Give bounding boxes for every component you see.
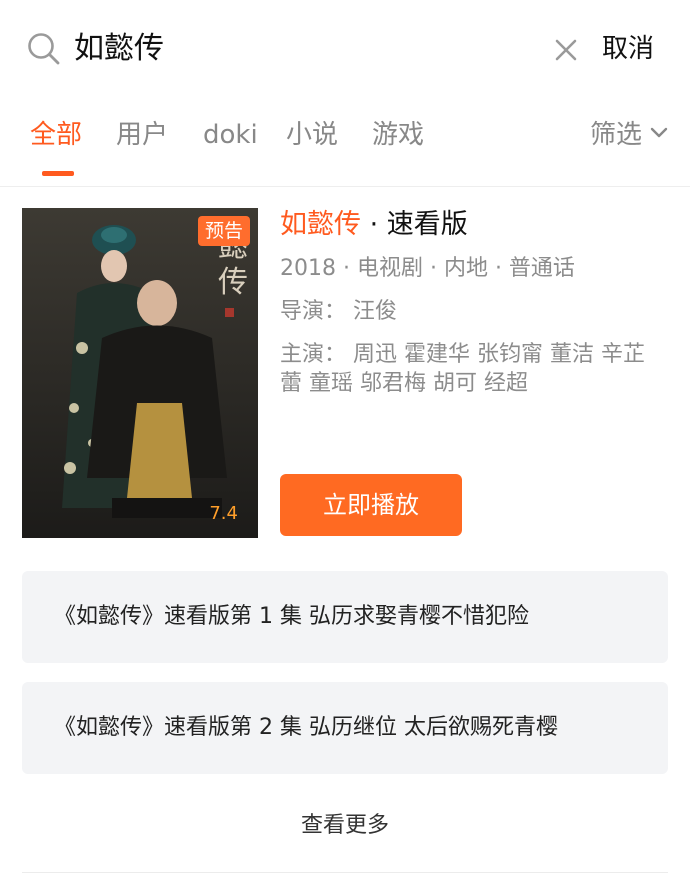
filter-button[interactable]: 筛选: [590, 116, 642, 154]
result-cast: 主演： 周迅 霍建华 张钧甯 董洁 辛芷蕾 童瑶 邬君梅 胡可 经超: [280, 342, 645, 396]
result-title-main: 如懿传: [280, 209, 361, 240]
search-input[interactable]: 如懿传: [74, 26, 164, 72]
active-tab-indicator: [42, 171, 74, 176]
svg-text:传: 传: [218, 265, 248, 300]
search-bar: 如懿传 取消: [0, 0, 690, 100]
episode-label: 《如懿传》速看版第 2 集 弘历继位 太后欲赐死青樱: [54, 715, 558, 740]
cancel-button[interactable]: 取消: [602, 26, 654, 72]
tab-users[interactable]: 用户: [116, 116, 168, 154]
chevron-down-icon[interactable]: [650, 126, 668, 140]
result-meta: 2018 · 电视剧 · 内地 · 普通话: [280, 256, 575, 281]
poster-image[interactable]: 懿 传 预告 7.4: [22, 208, 258, 538]
play-now-button[interactable]: 立即播放: [280, 474, 462, 536]
result-title[interactable]: 如懿传 · 速看版: [280, 204, 468, 246]
clear-icon[interactable]: [554, 38, 578, 62]
tab-doki[interactable]: doki: [203, 116, 258, 154]
result-director: 导演： 汪俊: [280, 299, 397, 324]
tab-games[interactable]: 游戏: [372, 116, 424, 154]
search-icon: [28, 33, 60, 65]
episode-item[interactable]: 《如懿传》速看版第 1 集 弘历求娶青樱不惜犯险: [22, 571, 668, 663]
trailer-badge: 预告: [197, 216, 250, 246]
poster-artwork: 懿 传: [22, 208, 258, 538]
result-title-suffix: · 速看版: [361, 209, 468, 240]
category-tabs: [0, 100, 690, 187]
tab-all[interactable]: 全部: [30, 116, 82, 154]
divider: [22, 872, 668, 873]
view-more-link[interactable]: 查看更多: [0, 806, 690, 846]
tab-novels[interactable]: 小说: [286, 116, 338, 154]
episode-item[interactable]: 《如懿传》速看版第 2 集 弘历继位 太后欲赐死青樱: [22, 682, 668, 774]
rating-score: 7.4: [209, 503, 238, 524]
episode-label: 《如懿传》速看版第 1 集 弘历求娶青樱不惜犯险: [54, 604, 529, 629]
